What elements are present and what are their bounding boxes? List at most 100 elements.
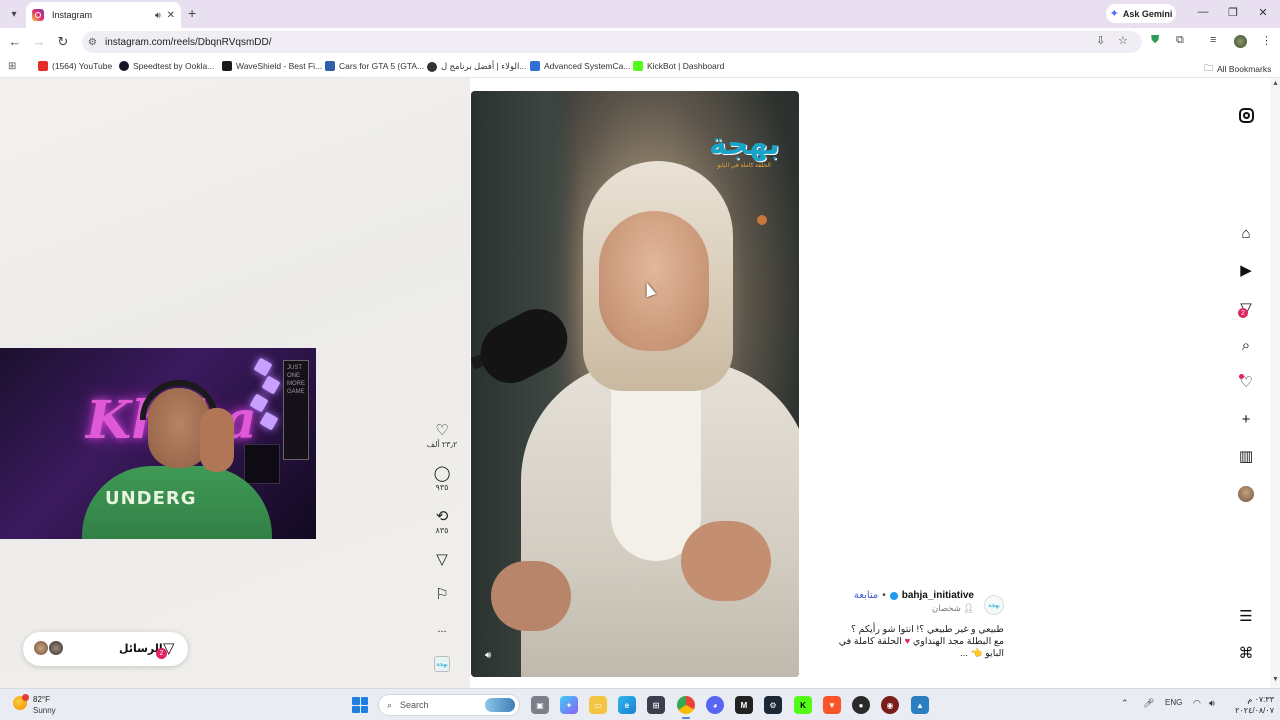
author-username[interactable]: bahja_initiative bbox=[902, 590, 974, 601]
weather-condition[interactable]: Sunny bbox=[33, 706, 56, 715]
address-bar[interactable]: ⚙︎ instagram.com/reels/DbqnRVqsmDD/ bbox=[82, 31, 1142, 53]
heart-icon[interactable]: ♡ bbox=[422, 423, 462, 439]
back-arrow-icon[interactable]: ← bbox=[7, 34, 23, 49]
wifi-icon[interactable]: ◠ bbox=[1193, 698, 1201, 709]
repost-icon[interactable]: ⟲ bbox=[422, 509, 462, 525]
more-dots-icon[interactable]: ... bbox=[422, 621, 462, 637]
apps-grid-icon[interactable]: ⊞ bbox=[8, 61, 16, 72]
kick-app-icon[interactable]: K bbox=[794, 696, 812, 714]
taskbar-search[interactable]: ⌕ Search bbox=[378, 694, 520, 716]
game-app-icon[interactable]: ◉ bbox=[881, 696, 899, 714]
volume-tray-icon[interactable]: 🔊︎ bbox=[1209, 698, 1215, 709]
speaker-icon[interactable]: 🔊︎ bbox=[155, 10, 161, 21]
bookmark-waveshield[interactable]: WaveShield - Best Fi... bbox=[222, 61, 322, 71]
browser-toolbar: ← → ↻ ⚙︎ instagram.com/reels/DbqnRVqsmDD… bbox=[0, 28, 1280, 56]
messages-icon[interactable]: ▽ 2 bbox=[1236, 298, 1256, 318]
task-view-icon[interactable]: ▣ bbox=[531, 696, 549, 714]
new-tab-button[interactable]: + bbox=[188, 5, 196, 21]
edge-icon[interactable]: e bbox=[618, 696, 636, 714]
weather-temperature[interactable]: 82°F bbox=[33, 695, 50, 704]
photos-app-icon[interactable]: ▲ bbox=[911, 696, 929, 714]
scroll-up-arrow-icon[interactable]: ▲ bbox=[1272, 80, 1279, 87]
browser-menu-icon[interactable]: ⋮ bbox=[1261, 34, 1272, 47]
gemini-sparkle-icon: ✦ bbox=[1109, 8, 1119, 20]
volume-icon[interactable]: 🔊︎ bbox=[485, 650, 499, 664]
extensions-puzzle-icon[interactable]: ⧉ bbox=[1176, 34, 1184, 47]
media-app-icon[interactable]: M bbox=[735, 696, 753, 714]
bookmark-star-icon[interactable]: ☆ bbox=[1118, 34, 1128, 47]
share-action[interactable]: ▽ bbox=[422, 552, 462, 568]
shield-extension-icon[interactable]: ⛊ bbox=[1151, 34, 1159, 47]
forward-arrow-icon[interactable]: → bbox=[31, 34, 47, 49]
bookmark-advanced-systemcare[interactable]: Advanced SystemCa... bbox=[530, 61, 630, 71]
reload-icon[interactable]: ↻ bbox=[55, 34, 71, 50]
profile-avatar[interactable] bbox=[1236, 484, 1256, 504]
like-action[interactable]: ♡ ٢٣٫٢ ألف bbox=[422, 423, 462, 450]
collab-subtitle[interactable]: 👤︎ شخصان bbox=[812, 603, 974, 614]
microphone-icon[interactable]: 🎤︎ bbox=[1143, 698, 1154, 709]
bookmark-kickbot[interactable]: KickBot | Dashboard bbox=[633, 61, 724, 71]
window-close-button[interactable]: ✕ bbox=[1256, 6, 1270, 19]
tab-search-button[interactable]: ▾ bbox=[6, 6, 22, 22]
discord-icon[interactable]: ◕ bbox=[706, 696, 724, 714]
chrome-icon[interactable] bbox=[677, 696, 695, 714]
ask-gemini-button[interactable]: ✦ Ask Gemini bbox=[1106, 4, 1176, 23]
bookmark-alwalaa[interactable]: الولاء | أفضل برنامج ل... bbox=[427, 61, 526, 72]
caption-more-button[interactable]: ... bbox=[960, 648, 968, 659]
copilot-icon[interactable]: ✦ bbox=[560, 696, 578, 714]
clock[interactable]: ٠٧:٣٣ م ٢٠٢٤/٠٨/٠٧ bbox=[1234, 694, 1274, 716]
record-app-icon[interactable]: ● bbox=[852, 696, 870, 714]
reels-icon[interactable]: ▶ bbox=[1236, 260, 1256, 280]
steam-icon[interactable]: ⚙ bbox=[764, 696, 782, 714]
repost-action[interactable]: ⟲ ٨٣٥ bbox=[422, 509, 462, 536]
folder-icon: 🗀︎ bbox=[1204, 63, 1214, 73]
clock-time: ٠٧:٣٣ م bbox=[1247, 695, 1274, 704]
scroll-down-arrow-icon[interactable]: ▼ bbox=[1272, 676, 1279, 683]
messages-floating-button[interactable]: الرسائل ▽ 2 bbox=[23, 632, 188, 666]
bookmark-youtube[interactable]: (1564) YouTube bbox=[38, 61, 112, 71]
create-plus-icon[interactable]: + bbox=[1236, 409, 1256, 429]
language-indicator[interactable]: ENG bbox=[1165, 698, 1182, 707]
url-text[interactable]: instagram.com/reels/DbqnRVqsmDD/ bbox=[105, 37, 272, 48]
bookmark-label: KickBot | Dashboard bbox=[647, 61, 725, 71]
restore-button[interactable]: ❐ bbox=[1226, 6, 1240, 19]
minimize-button[interactable]: — bbox=[1196, 6, 1210, 18]
brave-icon[interactable]: ▼ bbox=[823, 696, 841, 714]
notifications-heart-icon[interactable]: ♡ bbox=[1236, 372, 1256, 392]
media-controls-icon[interactable]: ≡ bbox=[1210, 34, 1216, 46]
likes-count: ٢٣٫٢ ألف bbox=[426, 440, 458, 449]
file-explorer-icon[interactable]: ▭ bbox=[589, 696, 607, 714]
speedtest-icon bbox=[119, 61, 129, 71]
instagram-logo-icon[interactable] bbox=[1236, 105, 1256, 125]
bookmark-gta-cars[interactable]: Cars for GTA 5 (GTA... bbox=[325, 61, 424, 71]
save-action[interactable]: ⚐ bbox=[422, 587, 462, 603]
bookmark-speedtest[interactable]: Speedtest by Ookla... bbox=[119, 61, 214, 71]
caption-text: طبيعي و غير طبيعي ؟! انتوا شو رأيكم ؟ مع… bbox=[812, 624, 1004, 660]
browser-tab-instagram[interactable]: Instagram 🔊︎ ✕ bbox=[26, 2, 181, 28]
hamburger-menu-icon[interactable]: ☰ bbox=[1236, 606, 1256, 626]
dashboard-chart-icon[interactable]: ▥ bbox=[1236, 446, 1256, 466]
all-bookmarks-button[interactable]: 🗀︎ All Bookmarks bbox=[1204, 61, 1271, 77]
profile-avatar-icon[interactable] bbox=[1234, 35, 1247, 48]
comment-bubble-icon[interactable]: ◯ bbox=[422, 466, 462, 482]
install-app-icon[interactable]: ⇩ bbox=[1096, 34, 1105, 47]
windows-start-icon[interactable] bbox=[352, 697, 368, 713]
tray-overflow-chevron-icon[interactable]: ⌃ bbox=[1121, 698, 1129, 709]
audio-thumbnail[interactable]: بهجة bbox=[434, 656, 450, 672]
send-paper-plane-icon[interactable]: ▽ bbox=[422, 552, 462, 568]
comment-action[interactable]: ◯ ٩٣٥ bbox=[422, 466, 462, 493]
reel-video[interactable]: بهجة الحلقة كاملة في البايو 🔊︎ bbox=[471, 91, 799, 677]
bookmark-icon[interactable]: ⚐ bbox=[422, 587, 462, 603]
also-from-meta-icon[interactable]: ⌘ bbox=[1236, 643, 1256, 663]
home-icon[interactable]: ⌂ bbox=[1236, 223, 1256, 243]
tab-close-icon[interactable]: ✕ bbox=[167, 10, 175, 21]
follow-button[interactable]: متابعة bbox=[854, 590, 878, 601]
search-icon[interactable]: ⌕ bbox=[1236, 335, 1256, 355]
search-placeholder: Search bbox=[400, 700, 429, 710]
site-info-icon[interactable]: ⚙︎ bbox=[88, 37, 97, 48]
store-icon[interactable]: ⊞ bbox=[647, 696, 665, 714]
red-heart-icon: ♥ bbox=[904, 636, 911, 647]
page-scrollbar[interactable]: ▲ ▼ bbox=[1270, 78, 1280, 688]
author-avatar[interactable]: بهجة bbox=[984, 595, 1004, 615]
more-options[interactable]: ... bbox=[422, 621, 462, 637]
